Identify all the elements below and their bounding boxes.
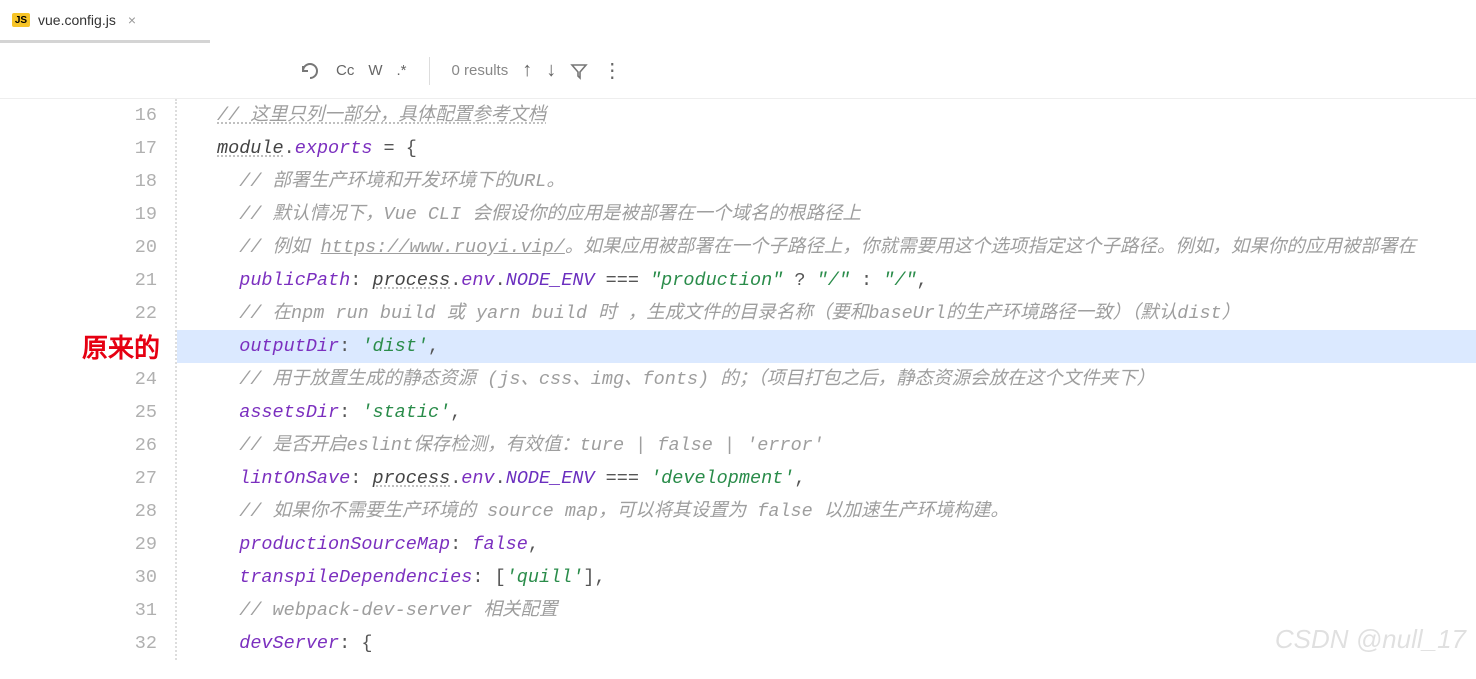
code-line[interactable]: module.exports = { xyxy=(177,132,1476,165)
line-number: 31 xyxy=(0,594,157,627)
code-line[interactable]: // 部署生产环境和开发环境下的URL。 xyxy=(177,165,1476,198)
code-line[interactable]: // 用于放置生成的静态资源 (js、css、img、fonts) 的；（项目打… xyxy=(177,363,1476,396)
file-tab[interactable]: JS vue.config.js × xyxy=(0,0,148,40)
code-line[interactable]: // 如果你不需要生产环境的 source map，可以将其设置为 false … xyxy=(177,495,1476,528)
watermark: CSDN @null_17 xyxy=(1275,623,1466,656)
results-count: 0 results xyxy=(452,62,509,79)
line-number: 27 xyxy=(0,462,157,495)
code-line-highlighted[interactable]: outputDir: 'dist', xyxy=(177,330,1476,363)
undo-icon[interactable] xyxy=(300,62,322,80)
js-file-icon: JS xyxy=(12,13,30,27)
more-options-icon[interactable]: ⋮ xyxy=(602,58,620,83)
whole-word-button[interactable]: W xyxy=(368,62,382,79)
annotation-label: 原来的 xyxy=(82,332,160,365)
line-number: 16 xyxy=(0,99,157,132)
code-line[interactable]: // 在npm run build 或 yarn build 时 ，生成文件的目… xyxy=(177,297,1476,330)
code-line[interactable]: transpileDependencies: ['quill'], xyxy=(177,561,1476,594)
line-number: 32 xyxy=(0,627,157,660)
line-number: 24 xyxy=(0,363,157,396)
line-number: 21 xyxy=(0,264,157,297)
line-number: 20 xyxy=(0,231,157,264)
line-number: 22 xyxy=(0,297,157,330)
code-line[interactable]: assetsDir: 'static', xyxy=(177,396,1476,429)
code-line[interactable]: // 例如 https://www.ruoyi.vip/。如果应用被部署在一个子… xyxy=(177,231,1476,264)
tab-bar: JS vue.config.js × xyxy=(0,0,1476,40)
tab-filename: vue.config.js xyxy=(38,12,116,28)
code-editor[interactable]: 16 17 18 19 20 21 22 24 25 26 27 28 29 3… xyxy=(0,99,1476,660)
find-bar: Cc W .* 0 results ↑ ↓ ⋮ xyxy=(0,43,1476,99)
line-number: 25 xyxy=(0,396,157,429)
line-number: 18 xyxy=(0,165,157,198)
code-line[interactable]: // 是否开启eslint保存检测，有效值：ture | false | 'er… xyxy=(177,429,1476,462)
line-number: 30 xyxy=(0,561,157,594)
line-number: 28 xyxy=(0,495,157,528)
code-content[interactable]: 原来的 // 这里只列一部分，具体配置参考文档 module.exports =… xyxy=(175,99,1476,660)
close-icon[interactable]: × xyxy=(128,12,136,28)
filter-icon[interactable] xyxy=(570,62,588,80)
code-line[interactable]: publicPath: process.env.NODE_ENV === "pr… xyxy=(177,264,1476,297)
code-line[interactable]: // 默认情况下，Vue CLI 会假设你的应用是被部署在一个域名的根路径上 xyxy=(177,198,1476,231)
line-gutter: 16 17 18 19 20 21 22 24 25 26 27 28 29 3… xyxy=(0,99,175,660)
regex-button[interactable]: .* xyxy=(397,62,407,79)
next-match-icon[interactable]: ↓ xyxy=(546,59,556,82)
line-number: 26 xyxy=(0,429,157,462)
separator xyxy=(429,57,430,85)
code-line[interactable]: // 这里只列一部分，具体配置参考文档 xyxy=(177,99,1476,132)
line-number: 29 xyxy=(0,528,157,561)
line-number: 17 xyxy=(0,132,157,165)
line-number: 19 xyxy=(0,198,157,231)
code-line[interactable]: lintOnSave: process.env.NODE_ENV === 'de… xyxy=(177,462,1476,495)
code-line[interactable]: productionSourceMap: false, xyxy=(177,528,1476,561)
match-case-button[interactable]: Cc xyxy=(336,62,354,79)
prev-match-icon[interactable]: ↑ xyxy=(522,59,532,82)
